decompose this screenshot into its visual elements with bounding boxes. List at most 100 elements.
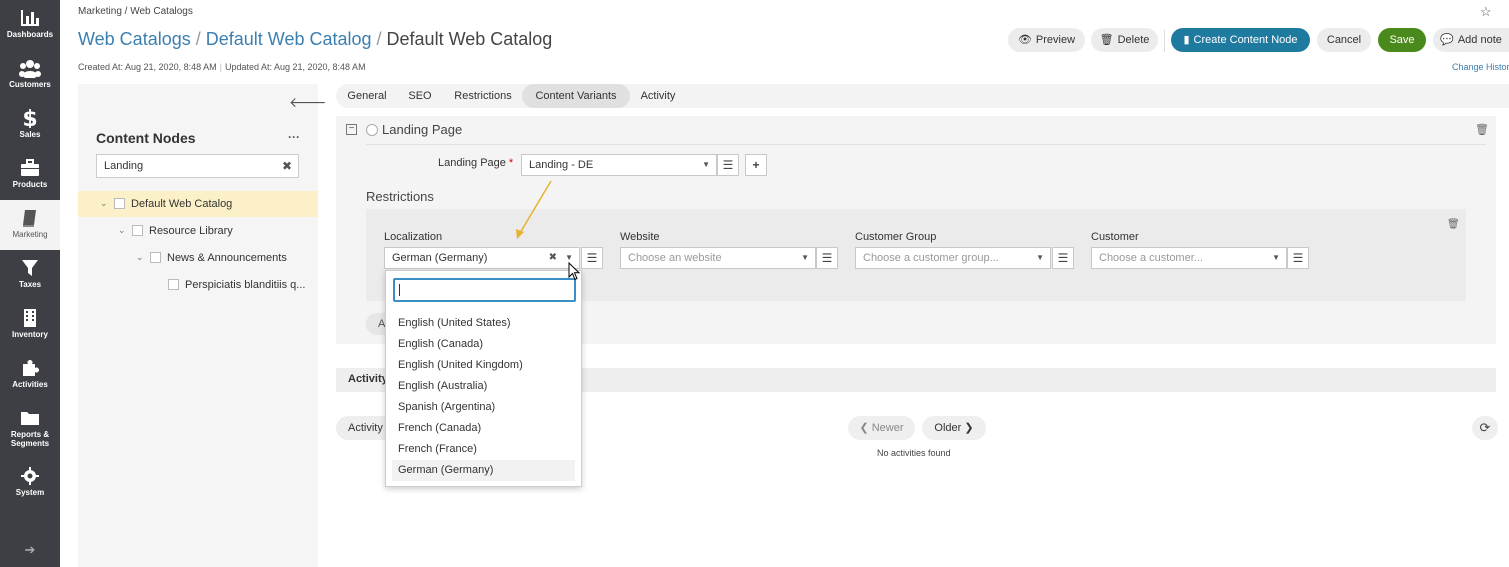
gear-icon	[21, 467, 39, 485]
menu-collapse-arrow-icon[interactable]: ➔	[0, 542, 60, 558]
collapse-icon[interactable]: −	[346, 124, 357, 135]
tree-node-checkbox[interactable]	[150, 252, 161, 263]
customer-group-select[interactable]: Choose a customer group... ▼	[855, 247, 1051, 269]
tab-content-variants[interactable]: Content Variants	[522, 84, 630, 108]
menu-item-dashboards[interactable]: Dashboards	[0, 0, 60, 50]
default-variant-radio[interactable]	[366, 124, 378, 136]
annotation-arrow-icon	[516, 180, 552, 239]
customer-placeholder: Choose a customer...	[1099, 252, 1203, 264]
localization-select[interactable]: German (Germany) ✖ ▼	[384, 247, 580, 269]
menu-label: Activities	[12, 380, 48, 389]
dropdown-option[interactable]: English (Canada)	[392, 334, 575, 355]
tree-node[interactable]: ⌄ Resource Library	[78, 218, 318, 244]
created-at: Created At: Aug 21, 2020, 8:48 AM	[78, 62, 217, 72]
trash-icon[interactable]: 🗑	[1447, 219, 1460, 230]
building-icon	[24, 309, 36, 327]
tree-node-label: Default Web Catalog	[131, 198, 233, 210]
dropdown-option-selected[interactable]: German (Germany)	[392, 460, 575, 481]
menu-item-taxes[interactable]: Taxes	[0, 250, 60, 300]
tab-seo[interactable]: SEO	[398, 84, 442, 108]
tab-restrictions[interactable]: Restrictions	[444, 84, 522, 108]
eye-icon: 👁	[1017, 34, 1032, 46]
plus-icon[interactable]: +	[745, 154, 767, 176]
dropdown-option[interactable]: Spanish (Argentina)	[392, 397, 575, 418]
menu-item-activities[interactable]: Activities	[0, 350, 60, 400]
menu-item-system[interactable]: System	[0, 458, 60, 508]
landing-page-select[interactable]: Landing - DE ▼	[521, 154, 717, 176]
text-caret	[399, 284, 400, 296]
list-icon[interactable]: ☰	[717, 154, 739, 176]
tree-search-input[interactable]: Landing	[96, 154, 299, 178]
menu-label: System	[15, 488, 45, 497]
tree-node[interactable]: ⌄ News & Announcements	[78, 245, 318, 271]
star-icon[interactable]: ☆	[1480, 4, 1492, 20]
dropdown-search-input[interactable]	[393, 278, 576, 302]
list-icon[interactable]: ☰	[1287, 247, 1309, 269]
bar-chart-icon	[21, 10, 39, 26]
caret-down-icon: ▼	[1272, 253, 1280, 262]
create-content-node-label: Create Content Node	[1193, 34, 1298, 46]
mouse-cursor-icon	[568, 262, 581, 281]
newer-button[interactable]: ❮ Newer	[848, 416, 915, 440]
add-note-button[interactable]: 💬 Add note	[1433, 28, 1509, 52]
cancel-button[interactable]: Cancel	[1317, 28, 1371, 52]
newer-label: Newer	[871, 422, 904, 434]
tree-node[interactable]: ⌄ Default Web Catalog	[78, 191, 318, 217]
chevron-down-icon[interactable]: ⌄	[118, 225, 126, 236]
website-select[interactable]: Choose an website ▼	[620, 247, 816, 269]
preview-label: Preview	[1035, 34, 1076, 46]
title-link-default-web-catalog[interactable]: Default Web Catalog	[206, 29, 372, 49]
content-nodes-panel: 🡐 Content Nodes ··· Landing ✖ ⌄ Default …	[78, 84, 327, 567]
menu-item-customers[interactable]: Customers	[0, 50, 60, 100]
refresh-icon[interactable]: ⟳	[1472, 416, 1498, 440]
customer-select[interactable]: Choose a customer... ▼	[1091, 247, 1287, 269]
menu-item-marketing[interactable]: Marketing	[0, 200, 60, 250]
dropdown-option[interactable]: English (United States)	[392, 313, 575, 334]
clear-icon[interactable]: ✖	[549, 248, 557, 268]
caret-down-icon: ▼	[1036, 253, 1044, 262]
trash-icon[interactable]: 🗑	[1475, 123, 1489, 136]
menu-item-inventory[interactable]: Inventory	[0, 300, 60, 350]
tab-activity[interactable]: Activity	[632, 84, 684, 108]
restrictions-title: Restrictions	[366, 189, 434, 204]
activity-title: Activity	[348, 373, 388, 385]
list-icon[interactable]: ☰	[1052, 247, 1074, 269]
website-label: Website	[620, 231, 660, 243]
title-separator: /	[195, 29, 201, 49]
add-note-label: Add note	[1457, 34, 1502, 46]
tree-node-label: News & Announcements	[167, 252, 287, 264]
clear-search-icon[interactable]: ✖	[282, 159, 292, 173]
tab-general[interactable]: General	[338, 84, 396, 108]
dropdown-option[interactable]: French (Canada)	[392, 418, 575, 439]
breadcrumb: Marketing / Web Catalogs	[78, 6, 193, 17]
save-button[interactable]: Save	[1378, 28, 1426, 52]
older-button[interactable]: Older ❯	[922, 416, 986, 440]
dropdown-option[interactable]: English (United Kingdom)	[392, 355, 575, 376]
chevron-down-icon[interactable]: ⌄	[100, 198, 108, 209]
menu-item-sales[interactable]: $ Sales	[0, 100, 60, 150]
record-dates: Created At: Aug 21, 2020, 8:48 AM | Update…	[78, 62, 366, 72]
change-history-link[interactable]: Change Histor	[1452, 62, 1509, 72]
list-icon[interactable]: ☰	[581, 247, 603, 269]
dropdown-option[interactable]: English (Australia)	[392, 376, 575, 397]
title-link-web-catalogs[interactable]: Web Catalogs	[78, 29, 191, 49]
page-title: Web Catalogs / Default Web Catalog / Default…	[78, 29, 552, 50]
menu-item-products[interactable]: Products	[0, 150, 60, 200]
tree-node-checkbox[interactable]	[114, 198, 125, 209]
more-options-icon[interactable]: ···	[288, 130, 300, 144]
filter-icon	[22, 260, 38, 276]
preview-button[interactable]: 👁 Preview	[1008, 28, 1085, 52]
tree-node-checkbox[interactable]	[168, 279, 179, 290]
dropdown-option[interactable]: French (France)	[392, 439, 575, 460]
comment-icon: 💬	[1440, 34, 1454, 46]
delete-label: Delete	[1117, 34, 1150, 46]
delete-button[interactable]: 🗑 Delete	[1091, 28, 1158, 52]
arrow-left-icon[interactable]: 🡐	[289, 94, 327, 111]
list-icon[interactable]: ☰	[816, 247, 838, 269]
create-content-node-button[interactable]: ▮ Create Content Node	[1171, 28, 1310, 52]
title-current: Default Web Catalog	[386, 29, 553, 49]
chevron-down-icon[interactable]: ⌄	[136, 252, 144, 263]
tree-node-checkbox[interactable]	[132, 225, 143, 236]
menu-item-reports-segments[interactable]: Reports & Segments	[0, 400, 60, 450]
tree-node[interactable]: Perspiciatis blanditiis q...	[78, 272, 318, 298]
